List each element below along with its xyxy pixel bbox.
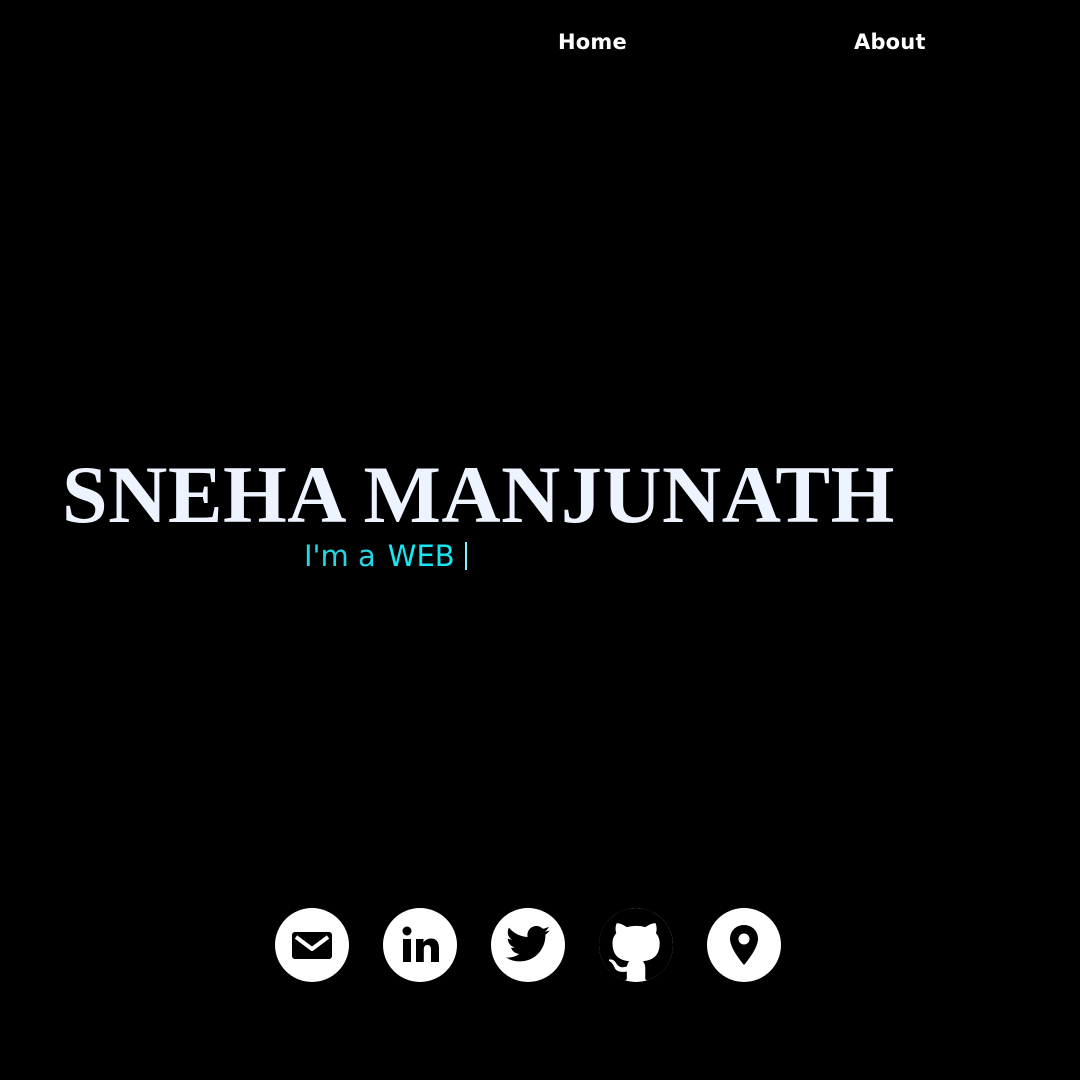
social-links-bar xyxy=(275,908,781,982)
map-pin-icon xyxy=(730,925,758,965)
hero-tagline: I'm a WEB xyxy=(304,536,467,576)
tagline-typed-word: WEB xyxy=(387,539,455,573)
github-link[interactable] xyxy=(599,908,673,982)
email-link[interactable] xyxy=(275,908,349,982)
twitter-link[interactable] xyxy=(491,908,565,982)
tagline-prefix: I'm a xyxy=(304,539,376,573)
hero-name-heading: SNEHA MANJUNATH xyxy=(62,449,895,540)
portfolio-page: Home About SNEHA MANJUNATH I'm a WEB xyxy=(0,0,1080,1080)
linkedin-link[interactable] xyxy=(383,908,457,982)
typing-cursor xyxy=(464,542,467,570)
twitter-icon xyxy=(506,926,550,962)
nav-about-link[interactable]: About xyxy=(854,30,926,54)
envelope-icon xyxy=(292,932,332,959)
github-icon xyxy=(599,908,673,981)
linkedin-icon xyxy=(402,926,439,962)
location-link[interactable] xyxy=(707,908,781,982)
nav-home-link[interactable]: Home xyxy=(558,30,627,54)
